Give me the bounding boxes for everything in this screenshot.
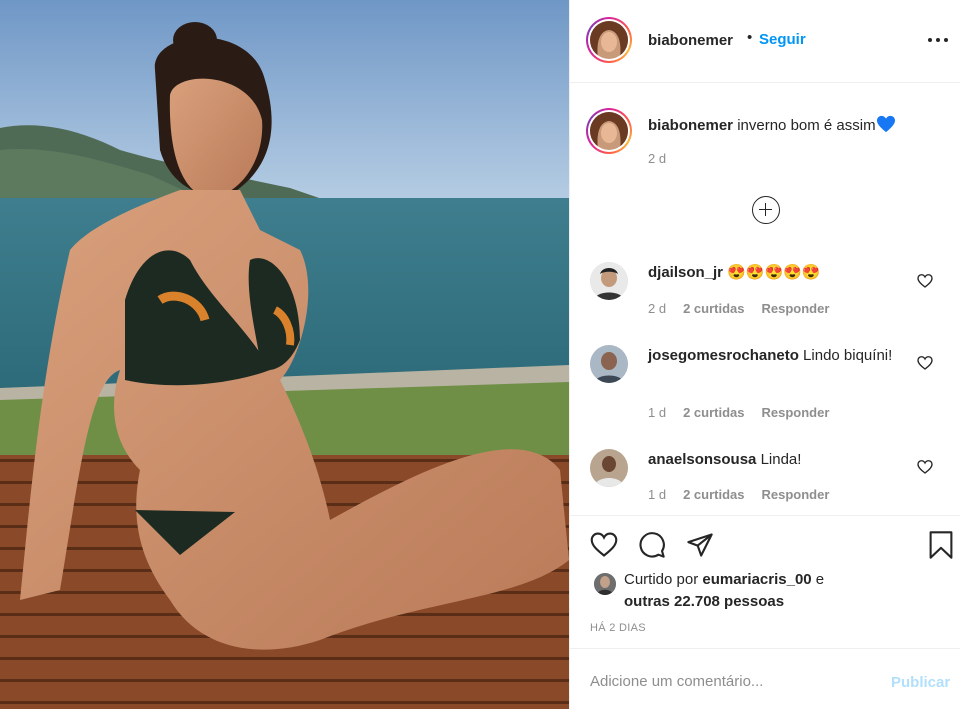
post-photo[interactable] xyxy=(0,0,569,709)
comment-meta: 2 d 2 curtidas Responder xyxy=(648,301,829,316)
liker-avatar[interactable] xyxy=(594,573,616,595)
others-likes-link[interactable]: outras 22.708 pessoas xyxy=(624,593,784,610)
likes-prefix: Curtido por xyxy=(624,571,699,588)
comment-avatar[interactable] xyxy=(590,449,628,487)
comment-content: Lindo biquíni! xyxy=(803,347,893,364)
comment-avatar[interactable] xyxy=(590,345,628,383)
comment-meta: 1 d 2 curtidas Responder xyxy=(648,405,829,420)
comment-avatar[interactable] xyxy=(590,262,628,300)
avatar-image xyxy=(590,112,628,150)
author-avatar[interactable] xyxy=(586,17,632,63)
caption-username-link[interactable]: biabonemer xyxy=(648,117,733,134)
comment-likes-link[interactable]: 2 curtidas xyxy=(683,487,744,502)
comment-icon[interactable] xyxy=(638,531,666,559)
likes-summary: Curtido por eumariacris_00 e outras 22.7… xyxy=(624,569,944,613)
comment-likes-link[interactable]: 2 curtidas xyxy=(683,405,744,420)
photo-beach-scene xyxy=(0,0,569,709)
comment-text: josegomesrochaneto Lindo biquíni! xyxy=(648,345,918,367)
comment-text: djailson_jr 😍😍😍😍😍 xyxy=(648,262,918,284)
post-header: biabonemer • Seguir xyxy=(570,0,960,83)
save-icon[interactable] xyxy=(927,530,955,560)
comment-like-icon[interactable] xyxy=(917,273,933,289)
comment-reply-button[interactable]: Responder xyxy=(762,487,830,502)
comment-like-icon[interactable] xyxy=(917,355,933,371)
avatar-image xyxy=(590,21,628,59)
publish-button[interactable]: Publicar xyxy=(891,674,950,691)
liker-username-link[interactable]: eumariacris_00 xyxy=(702,571,811,588)
blue-heart-icon xyxy=(876,115,895,133)
post-date[interactable]: HÁ 2 DIAS xyxy=(590,622,646,634)
author-username-link[interactable]: biabonemer xyxy=(648,32,733,49)
caption-text: inverno bom é assim xyxy=(737,117,876,134)
follow-button[interactable]: Seguir xyxy=(759,31,806,48)
avatar-image xyxy=(590,449,628,487)
avatar-image xyxy=(590,345,628,383)
comment-timestamp[interactable]: 1 d xyxy=(648,405,666,420)
likes-conjunction: e xyxy=(815,571,825,588)
post-caption: biabonemer inverno bom é assim xyxy=(648,115,948,136)
instagram-post-view: biabonemer • Seguir biabonemer inverno b… xyxy=(0,0,960,709)
comment-content: Linda! xyxy=(760,451,802,468)
load-more-comments-icon[interactable] xyxy=(752,196,780,224)
comment-input[interactable] xyxy=(590,669,880,693)
share-icon[interactable] xyxy=(686,531,714,559)
comment-username-link[interactable]: anaelsonsousa xyxy=(648,451,756,468)
add-comment-form: Publicar xyxy=(570,648,960,709)
separator-dot: • xyxy=(747,29,753,46)
post-side-panel: biabonemer • Seguir biabonemer inverno b… xyxy=(569,0,960,709)
comment-meta: 1 d 2 curtidas Responder xyxy=(648,487,829,502)
comment-reply-button[interactable]: Responder xyxy=(762,405,830,420)
comment-like-icon[interactable] xyxy=(917,459,933,475)
comment-timestamp[interactable]: 2 d xyxy=(648,301,666,316)
avatar-image xyxy=(590,262,628,300)
comment-username-link[interactable]: djailson_jr xyxy=(648,264,723,281)
caption-timestamp[interactable]: 2 d xyxy=(648,151,666,166)
comment-likes-link[interactable]: 2 curtidas xyxy=(683,301,744,316)
avatar-image xyxy=(594,573,616,595)
caption-author-avatar[interactable] xyxy=(586,108,632,154)
comment-reply-button[interactable]: Responder xyxy=(762,301,830,316)
comment-content: 😍😍😍😍😍 xyxy=(727,264,821,281)
comment-text: anaelsonsousa Linda! xyxy=(648,449,918,471)
comment-timestamp[interactable]: 1 d xyxy=(648,487,666,502)
action-bar-divider xyxy=(570,515,960,516)
like-icon[interactable] xyxy=(590,531,618,559)
comment-username-link[interactable]: josegomesrochaneto xyxy=(648,347,799,364)
more-options-icon[interactable] xyxy=(926,30,950,50)
